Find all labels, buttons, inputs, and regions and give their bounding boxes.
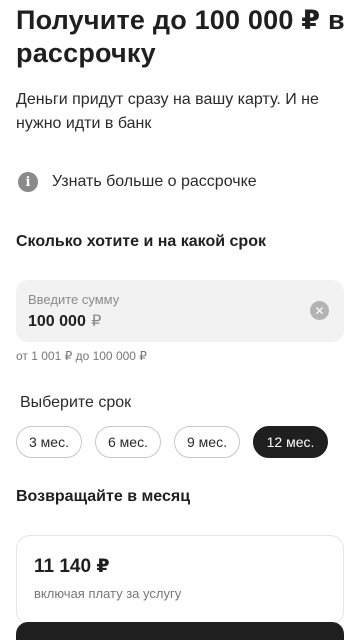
amount-range-hint: от 1 001 ₽ до 100 000 ₽ — [16, 349, 147, 363]
learn-more-label: Узнать больше о рассрочке — [52, 173, 257, 190]
amount-field[interactable]: Введите сумму 100 000 ₽ ✕ — [16, 280, 344, 342]
primary-action-button[interactable] — [16, 622, 344, 640]
payment-section-title: Возвращайте в месяц — [16, 488, 191, 505]
term-options: 3 мес. 6 мес. 9 мес. 12 мес. — [16, 426, 328, 458]
monthly-payment-value: 11 140 ₽ — [34, 556, 110, 577]
term-option-9[interactable]: 9 мес. — [174, 426, 240, 458]
close-icon: ✕ — [314, 303, 325, 318]
amount-value: 100 000 — [28, 313, 86, 330]
term-label: Выберите срок — [20, 394, 132, 411]
term-option-3[interactable]: 3 мес. — [16, 426, 82, 458]
monthly-payment-note: включая плату за услугу — [34, 586, 182, 601]
info-icon: i — [18, 172, 38, 192]
currency-symbol: ₽ — [91, 313, 102, 330]
amount-section-title: Сколько хотите и на какой срок — [16, 233, 266, 250]
page-title: Получите до 100 000 ₽ в рассрочку — [16, 5, 345, 68]
page-subtitle: Деньги придут сразу на вашу карту. И не … — [16, 91, 319, 132]
term-option-12[interactable]: 12 мес. — [253, 426, 328, 458]
amount-field-label: Введите сумму — [28, 292, 120, 307]
clear-amount-button[interactable]: ✕ — [310, 301, 329, 320]
learn-more-link[interactable]: i Узнать больше о рассрочке — [16, 170, 257, 194]
payment-card: 11 140 ₽ включая плату за услугу — [16, 535, 344, 625]
amount-input[interactable]: 100 000 ₽ — [28, 311, 101, 331]
term-option-6[interactable]: 6 мес. — [95, 426, 161, 458]
